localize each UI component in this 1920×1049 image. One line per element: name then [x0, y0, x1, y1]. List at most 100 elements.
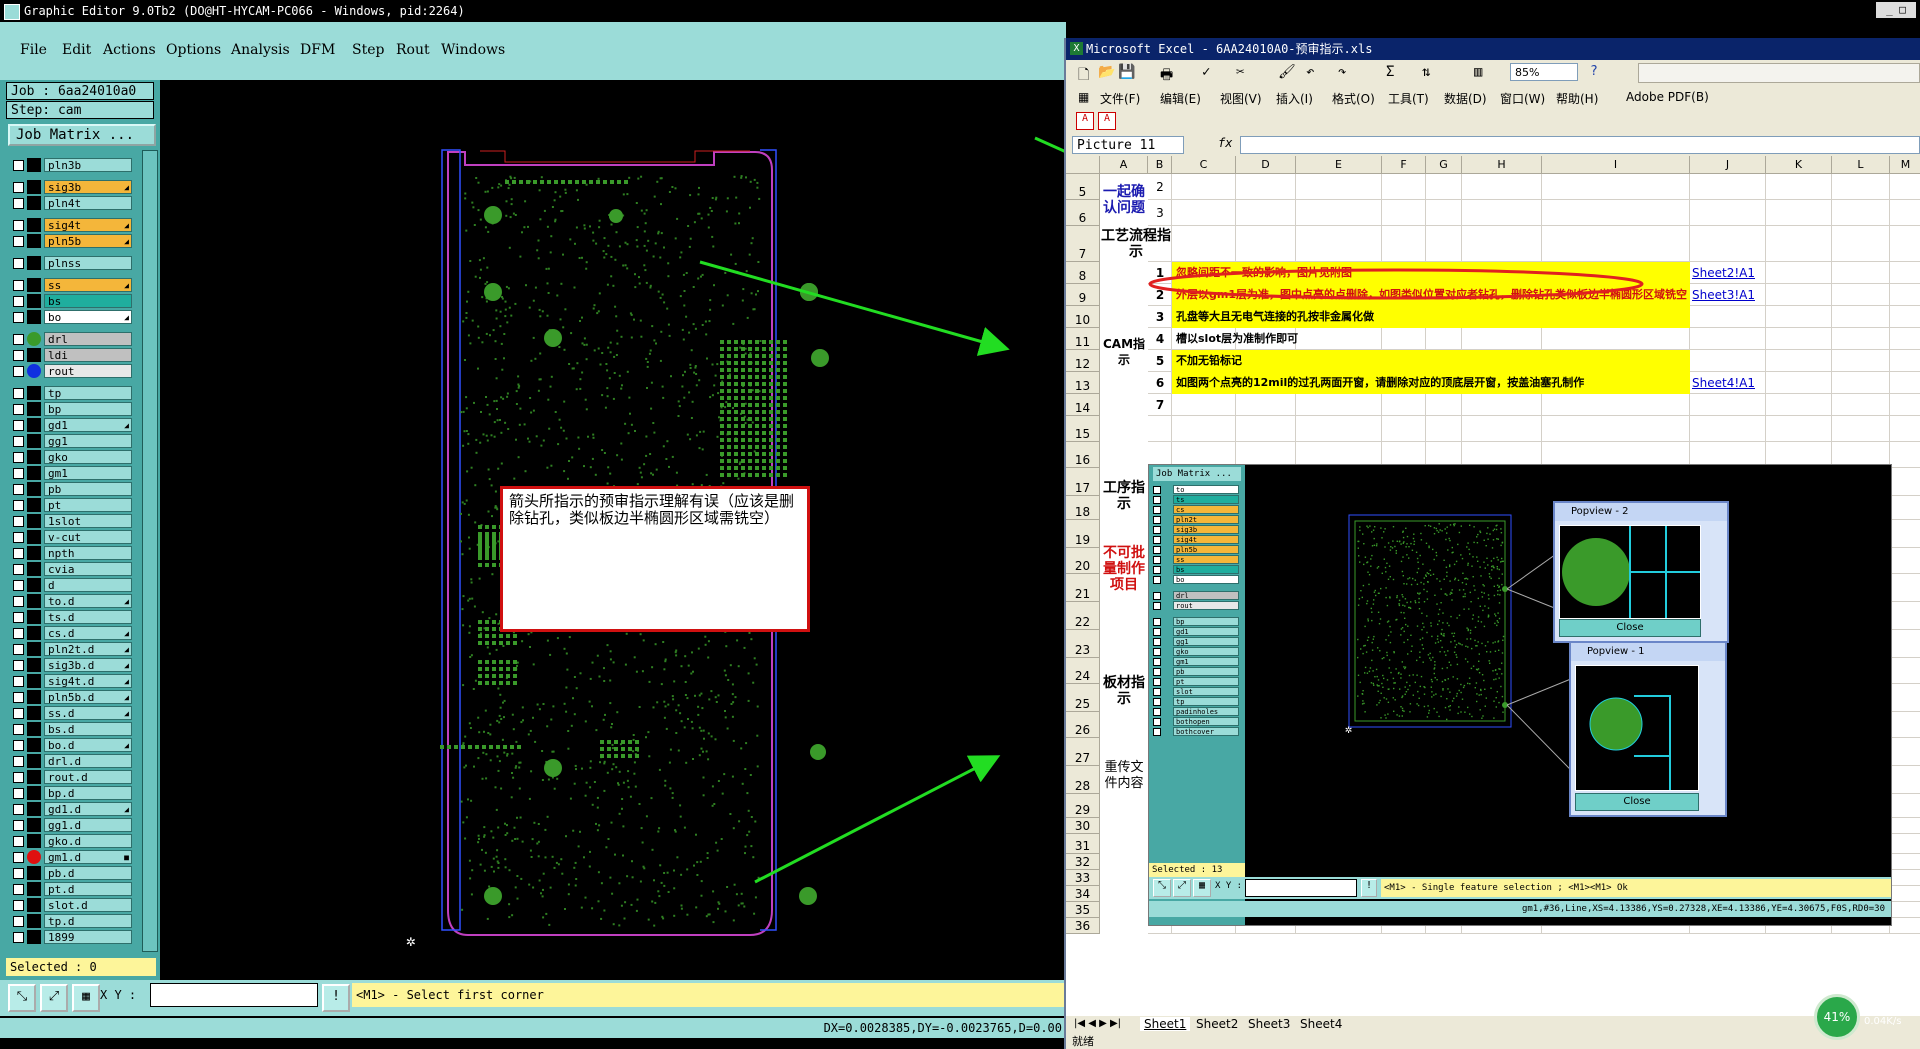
cell[interactable] — [1890, 394, 1920, 416]
cell[interactable] — [1172, 174, 1236, 200]
cell[interactable] — [1832, 350, 1890, 372]
cam-item-link[interactable] — [1692, 306, 1766, 328]
cell[interactable] — [1890, 602, 1920, 630]
tab-sheet4[interactable]: Sheet4 — [1296, 1017, 1346, 1031]
cell[interactable] — [1890, 658, 1920, 684]
sum-icon[interactable]: Σ — [1386, 64, 1394, 80]
row-header[interactable]: 20 — [1066, 548, 1100, 574]
section-confirm[interactable]: 一起确认问题 — [1100, 174, 1148, 226]
tab-sheet1[interactable]: Sheet1 — [1140, 1017, 1191, 1031]
zoom-select[interactable]: 85% — [1510, 63, 1578, 81]
cell[interactable] — [1236, 226, 1296, 262]
row-header[interactable]: 26 — [1066, 712, 1100, 738]
cell[interactable] — [1890, 712, 1920, 738]
row-header[interactable]: 9 — [1066, 284, 1100, 306]
row-header[interactable]: 6 — [1066, 200, 1100, 226]
cell[interactable] — [1766, 394, 1832, 416]
save-icon[interactable]: 💾 — [1118, 64, 1135, 80]
cam-item-number[interactable]: 4 — [1148, 328, 1172, 350]
row-header[interactable]: 18 — [1066, 496, 1100, 520]
cell[interactable] — [1296, 200, 1382, 226]
cell[interactable] — [1426, 226, 1462, 262]
cell[interactable] — [1890, 738, 1920, 766]
row-header[interactable]: 7 — [1066, 226, 1100, 262]
cell[interactable] — [1890, 372, 1920, 394]
cam-item-link[interactable] — [1692, 328, 1766, 350]
row-header[interactable]: 27 — [1066, 738, 1100, 766]
cell[interactable] — [1832, 328, 1890, 350]
cell[interactable] — [1462, 226, 1542, 262]
cam-item-link[interactable]: Sheet2!A1 — [1692, 262, 1766, 284]
row-header[interactable]: 13 — [1066, 372, 1100, 394]
row-header[interactable]: 15 — [1066, 416, 1100, 442]
row-header[interactable]: 5 — [1066, 174, 1100, 200]
cell[interactable] — [1236, 200, 1296, 226]
cam-item-text[interactable]: 槽以slot层为准制作即可 — [1172, 328, 1690, 350]
xl-menu-view[interactable]: 视图(V) — [1220, 90, 1262, 107]
formula-bar[interactable] — [1240, 136, 1920, 154]
column-header[interactable]: B — [1148, 156, 1172, 174]
column-header[interactable]: E — [1296, 156, 1382, 174]
cell[interactable] — [1890, 548, 1920, 574]
name-box[interactable]: Picture 11 — [1072, 136, 1184, 154]
cam-item-text[interactable]: 孔盘等大且无电气连接的孔按非金属化做 — [1172, 306, 1690, 328]
cell[interactable] — [1426, 416, 1462, 442]
cell[interactable] — [1890, 328, 1920, 350]
cell[interactable] — [1890, 886, 1920, 902]
cell[interactable] — [1832, 262, 1890, 284]
cell[interactable] — [1832, 226, 1890, 262]
chart-icon[interactable]: ▥ — [1474, 64, 1482, 80]
xl-menu-format[interactable]: 格式(O) — [1332, 90, 1375, 107]
row-header[interactable]: 25 — [1066, 684, 1100, 712]
cell[interactable] — [1890, 902, 1920, 918]
cell[interactable] — [1890, 630, 1920, 658]
section-nonbatch[interactable]: 不可批量制作项目 — [1100, 541, 1148, 596]
cell[interactable] — [1890, 416, 1920, 442]
column-header[interactable]: C — [1172, 156, 1236, 174]
cell[interactable] — [1382, 200, 1426, 226]
cell[interactable] — [1890, 918, 1920, 934]
font-select[interactable] — [1638, 63, 1920, 83]
column-header[interactable]: L — [1832, 156, 1890, 174]
cell[interactable] — [1690, 226, 1766, 262]
cell[interactable] — [1766, 284, 1832, 306]
cell[interactable] — [1832, 174, 1890, 200]
cell[interactable] — [1766, 262, 1832, 284]
column-header[interactable]: K — [1766, 156, 1832, 174]
cell[interactable] — [1890, 306, 1920, 328]
cell[interactable] — [1890, 350, 1920, 372]
cell[interactable] — [1890, 818, 1920, 834]
cell[interactable] — [1462, 416, 1542, 442]
cell[interactable] — [1890, 834, 1920, 854]
cell[interactable] — [1890, 496, 1920, 520]
cell[interactable] — [1766, 226, 1832, 262]
cell[interactable] — [1890, 684, 1920, 712]
cam-item-link[interactable] — [1692, 350, 1766, 372]
row-header[interactable]: 35 — [1066, 902, 1100, 918]
cell-b5[interactable]: 2 — [1148, 180, 1172, 200]
cell[interactable] — [1382, 174, 1426, 200]
row-header[interactable]: 22 — [1066, 602, 1100, 630]
cell[interactable] — [1172, 416, 1236, 442]
cell[interactable] — [1890, 284, 1920, 306]
xl-menu-tools[interactable]: 工具(T) — [1388, 90, 1429, 107]
cam-item-number[interactable]: 7 — [1148, 394, 1172, 416]
cell[interactable] — [1172, 200, 1236, 226]
xl-menu-adobe[interactable]: Adobe PDF(B) — [1626, 90, 1709, 104]
window-controls[interactable]: _ □ — [1876, 2, 1916, 18]
measure-tool-icon[interactable]: ⤢ — [40, 984, 68, 1012]
format-painter-icon[interactable]: 🖌 — [1278, 64, 1296, 80]
cell[interactable] — [1832, 372, 1890, 394]
cell[interactable] — [1426, 200, 1462, 226]
cell[interactable] — [1832, 200, 1890, 226]
xl-menu-help[interactable]: 帮助(H) — [1556, 90, 1598, 107]
cell[interactable] — [1296, 226, 1382, 262]
embedded-picture[interactable]: Job Matrix ... to ts cs pln2t sig3b sig4t pln5… — [1148, 464, 1892, 926]
help-icon[interactable]: ? — [1590, 64, 1598, 79]
cell[interactable] — [1296, 174, 1382, 200]
cell[interactable] — [1148, 416, 1172, 442]
column-header[interactable]: M — [1890, 156, 1920, 174]
cam-item-number[interactable]: 5 — [1148, 350, 1172, 372]
column-header[interactable]: G — [1426, 156, 1462, 174]
cell[interactable] — [1236, 416, 1296, 442]
